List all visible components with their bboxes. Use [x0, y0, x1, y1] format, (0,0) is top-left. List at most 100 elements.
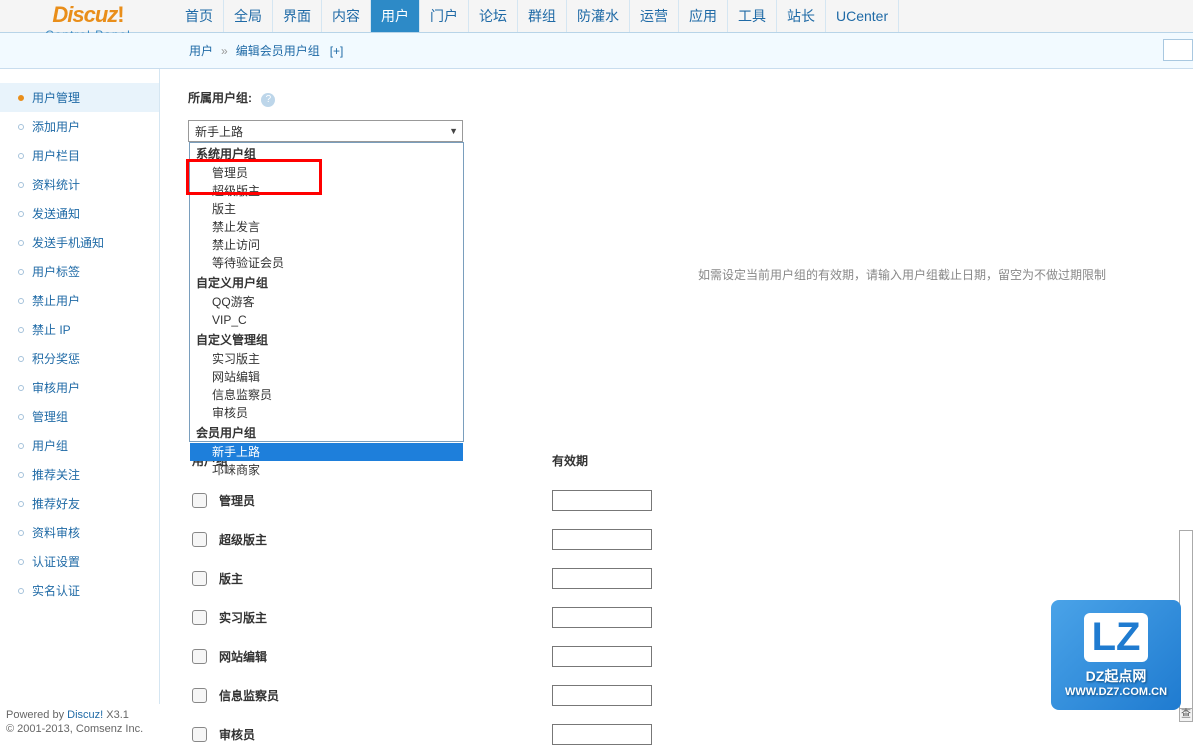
breadcrumb-plus[interactable]: [+]: [330, 44, 344, 58]
breadcrumb: 用户 » 编辑会员用户组 [+]: [0, 33, 1193, 69]
dropdown-option[interactable]: 网站编辑: [190, 368, 463, 386]
sidebar-item[interactable]: 推荐好友: [0, 489, 159, 518]
nav-item[interactable]: 工具: [728, 0, 777, 32]
usergroup-dropdown: 系统用户组管理员超级版主版主禁止发言禁止访问等待验证会员自定义用户组QQ游客VI…: [189, 142, 464, 442]
row-checkbox[interactable]: [192, 493, 207, 508]
row-label: 管理员: [219, 492, 552, 509]
row-label: 超级版主: [219, 531, 552, 548]
table-row: 实习版主: [188, 598, 1193, 637]
dropdown-option[interactable]: 版主: [190, 200, 463, 218]
sidebar-item[interactable]: 实名认证: [0, 576, 159, 605]
footer-link[interactable]: Discuz!: [67, 709, 103, 721]
optgroup-label: 自定义用户组: [190, 272, 463, 293]
nav-item[interactable]: 全局: [224, 0, 273, 32]
nav-item[interactable]: 用户: [371, 0, 420, 32]
dropdown-option[interactable]: 信息监察员: [190, 386, 463, 404]
table-row: 管理员: [188, 481, 1193, 520]
dropdown-option[interactable]: 超级版主: [190, 182, 463, 200]
sidebar-item[interactable]: 管理组: [0, 402, 159, 431]
table-row: 网站编辑: [188, 637, 1193, 676]
nav-item[interactable]: 门户: [420, 0, 469, 32]
main-content: 所属用户组: ? 新手上路 系统用户组管理员超级版主版主禁止发言禁止访问等待验证…: [160, 69, 1193, 704]
dropdown-option[interactable]: 审核员: [190, 404, 463, 422]
sidebar-item[interactable]: 积分奖惩: [0, 344, 159, 373]
select-value: 新手上路: [195, 123, 243, 140]
search-input[interactable]: [1163, 39, 1193, 61]
nav-item[interactable]: 论坛: [469, 0, 518, 32]
expiry-input[interactable]: [552, 646, 652, 667]
help-icon[interactable]: ?: [261, 93, 275, 107]
row-checkbox[interactable]: [192, 610, 207, 625]
nav-item[interactable]: 群组: [518, 0, 567, 32]
nav-item[interactable]: 内容: [322, 0, 371, 32]
nav-item[interactable]: 界面: [273, 0, 322, 32]
sidebar-item[interactable]: 禁止 IP: [0, 315, 159, 344]
sidebar-item[interactable]: 审核用户: [0, 373, 159, 402]
dropdown-option[interactable]: 禁止访问: [190, 236, 463, 254]
sidebar-item[interactable]: 用户管理: [0, 83, 159, 112]
expiry-input[interactable]: [552, 724, 652, 745]
breadcrumb-current[interactable]: 编辑会员用户组: [236, 42, 320, 59]
row-checkbox[interactable]: [192, 571, 207, 586]
dropdown-option[interactable]: VIP_C: [190, 311, 463, 329]
row-label: 审核员: [219, 726, 552, 743]
right-button[interactable]: 查: [1179, 708, 1193, 722]
table-row: 审核员: [188, 715, 1193, 754]
sidebar-item[interactable]: 用户栏目: [0, 141, 159, 170]
watermark-line1: DZ起点网: [1086, 666, 1147, 686]
sidebar-item[interactable]: 认证设置: [0, 547, 159, 576]
sidebar-item[interactable]: 禁止用户: [0, 286, 159, 315]
dropdown-option[interactable]: 新手上路: [190, 443, 463, 461]
sidebar-item[interactable]: 推荐关注: [0, 460, 159, 489]
optgroup-label: 系统用户组: [190, 143, 463, 164]
dropdown-option[interactable]: 禁止发言: [190, 218, 463, 236]
dropdown-option[interactable]: 实习版主: [190, 350, 463, 368]
expiry-input[interactable]: [552, 529, 652, 550]
usergroup-select[interactable]: 新手上路 系统用户组管理员超级版主版主禁止发言禁止访问等待验证会员自定义用户组Q…: [188, 120, 463, 142]
sidebar-item[interactable]: 用户组: [0, 431, 159, 460]
row-label: 版主: [219, 570, 552, 587]
row-checkbox[interactable]: [192, 727, 207, 742]
table-row: 超级版主: [188, 520, 1193, 559]
sidebar-item[interactable]: 发送通知: [0, 199, 159, 228]
nav-item[interactable]: 首页: [175, 0, 224, 32]
row-label: 网站编辑: [219, 648, 552, 665]
section-label: 所属用户组:: [188, 89, 252, 106]
watermark: LZ DZ起点网 WWW.DZ7.COM.CN: [1051, 600, 1181, 710]
optgroup-label: 会员用户组: [190, 422, 463, 443]
table-row: 版主: [188, 559, 1193, 598]
expiry-input[interactable]: [552, 490, 652, 511]
breadcrumb-sep: »: [221, 44, 228, 58]
row-checkbox[interactable]: [192, 649, 207, 664]
sidebar-item[interactable]: 资料统计: [0, 170, 159, 199]
nav-item[interactable]: 站长: [777, 0, 826, 32]
sidebar-item[interactable]: 资料审核: [0, 518, 159, 547]
breadcrumb-root[interactable]: 用户: [189, 42, 213, 59]
nav-item[interactable]: 防灌水: [567, 0, 630, 32]
sidebar-item[interactable]: 添加用户: [0, 112, 159, 141]
expiry-input[interactable]: [552, 685, 652, 706]
dropdown-option[interactable]: QQ游客: [190, 293, 463, 311]
right-strip: [1179, 530, 1193, 710]
sidebar-item[interactable]: 发送手机通知: [0, 228, 159, 257]
top-nav: 首页全局界面内容用户门户论坛群组防灌水运营应用工具站长UCenter: [0, 0, 1193, 33]
footer: Powered by Discuz! X3.1 © 2001-2013, Com…: [0, 706, 149, 734]
expiry-input[interactable]: [552, 568, 652, 589]
col-expiry: 有效期: [552, 452, 588, 469]
optgroup-label: 自定义管理组: [190, 329, 463, 350]
dropdown-option[interactable]: 邛崃商家: [190, 461, 463, 479]
nav-item[interactable]: 应用: [679, 0, 728, 32]
table-row: 信息监察员: [188, 676, 1193, 715]
sidebar: 用户管理添加用户用户栏目资料统计发送通知发送手机通知用户标签禁止用户禁止 IP积…: [0, 69, 160, 704]
row-checkbox[interactable]: [192, 532, 207, 547]
expiry-input[interactable]: [552, 607, 652, 628]
nav-item[interactable]: UCenter: [826, 0, 899, 32]
dropdown-option[interactable]: 管理员: [190, 164, 463, 182]
sidebar-item[interactable]: 用户标签: [0, 257, 159, 286]
watermark-logo: LZ: [1084, 613, 1149, 662]
row-label: 信息监察员: [219, 687, 552, 704]
nav-item[interactable]: 运营: [630, 0, 679, 32]
row-checkbox[interactable]: [192, 688, 207, 703]
logo-text: Discuz!: [13, 2, 163, 28]
dropdown-option[interactable]: 等待验证会员: [190, 254, 463, 272]
